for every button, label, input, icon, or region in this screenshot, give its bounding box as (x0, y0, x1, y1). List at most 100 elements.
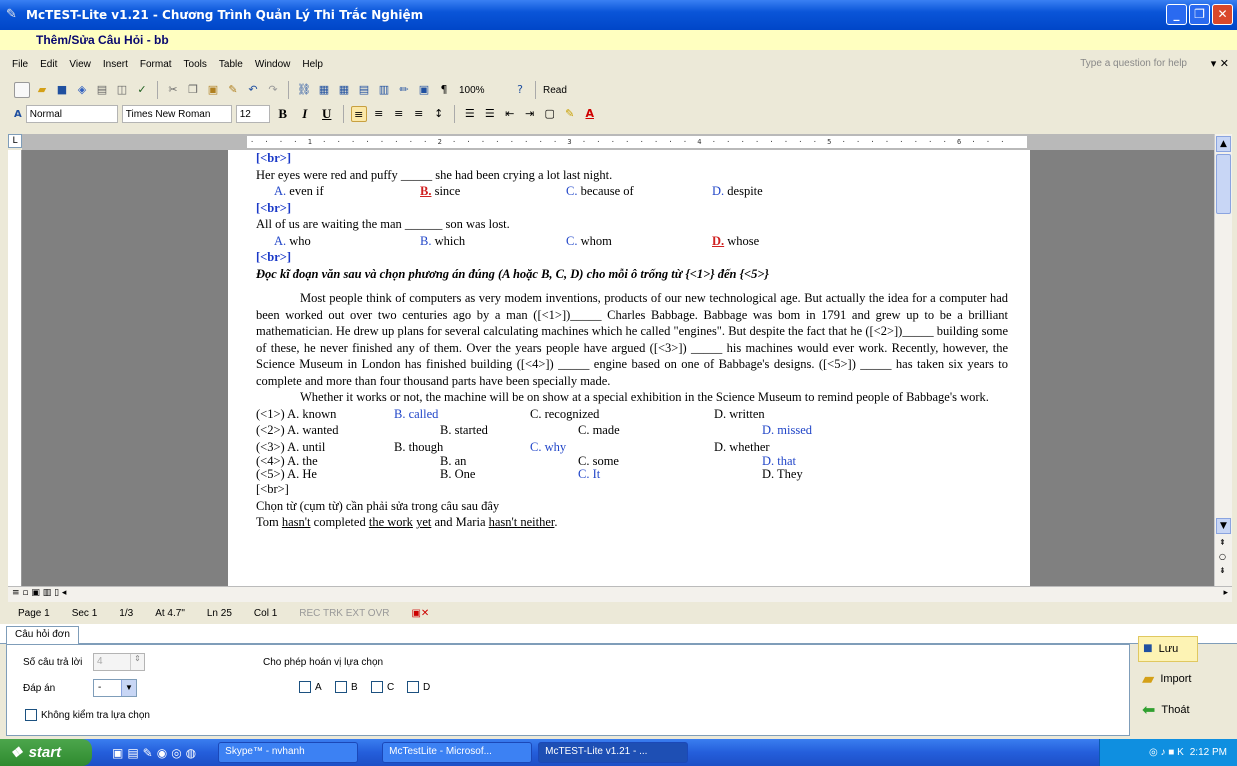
checkbox-box[interactable] (25, 709, 37, 721)
system-tray: ◎ ♪ ■ K 2:12 PM (1099, 739, 1237, 766)
menu-insert[interactable]: Insert (103, 59, 128, 70)
hyperlink-icon[interactable]: ⛓ (296, 82, 312, 98)
font-select[interactable]: Times New Roman (121, 105, 232, 123)
task-mctestlite-word[interactable]: McTestLite - Microsof... (382, 742, 533, 763)
menu-table[interactable]: Table (219, 59, 243, 70)
insert-excel-icon[interactable]: ▤ (356, 82, 372, 98)
horizontal-ruler[interactable]: · · · · 1 · · · · · · · · 2 · · · · · · … (22, 134, 1218, 150)
minimize-button[interactable]: _ (1166, 4, 1187, 25)
increase-indent-icon[interactable]: ⇥ (522, 106, 538, 122)
browse-object-icon[interactable]: ○ (1219, 552, 1226, 561)
align-center-icon[interactable]: ≡ (371, 106, 387, 122)
menu-view[interactable]: View (69, 59, 91, 70)
shuffle-c-checkbox[interactable]: C (371, 681, 394, 693)
import-button[interactable]: ▰ Import (1138, 666, 1198, 692)
document-page[interactable]: [<br>] Her eyes were red and puffy _____… (228, 150, 1030, 586)
no-check-checkbox[interactable]: Không kiểm tra lựa chọn (25, 709, 150, 721)
checkbox-box[interactable] (407, 681, 419, 693)
bold-icon[interactable]: B (274, 106, 292, 122)
help-icon[interactable]: ? (512, 82, 528, 98)
option-text: because of (580, 184, 634, 198)
scroll-up-icon[interactable]: ▲ (1216, 136, 1231, 152)
print-preview-icon[interactable]: ◫ (114, 82, 130, 98)
scroll-right-icon[interactable]: ▸ (1223, 588, 1228, 598)
document-map-icon[interactable]: ▣ (416, 82, 432, 98)
view-buttons-icon[interactable]: ≡ ▫ ▣ ▥ ▯ ◂ (12, 588, 66, 598)
cut-icon[interactable]: ✂ (165, 82, 181, 98)
justify-icon[interactable]: ≡ (411, 106, 427, 122)
checkbox-box[interactable] (335, 681, 347, 693)
insert-table-icon[interactable]: ▦ (336, 82, 352, 98)
save-button[interactable]: ■ Lưu (1138, 636, 1198, 662)
tray-icons[interactable]: ◎ ♪ ■ K (1149, 747, 1184, 758)
answer-select[interactable]: - ▼ (93, 679, 137, 697)
checkbox-box[interactable] (299, 681, 311, 693)
tab-single-question[interactable]: Câu hỏi đơn (6, 626, 79, 645)
task-skype[interactable]: Skype™ - nvhanh (218, 742, 359, 763)
numbering-icon[interactable]: ☰ (462, 106, 478, 122)
highlight-icon[interactable]: ✎ (562, 106, 578, 122)
style-select[interactable]: Normal (25, 105, 118, 123)
border-icon[interactable]: ▢ (542, 106, 558, 122)
read-button[interactable]: Read (543, 85, 567, 96)
scroll-down-icon[interactable]: ▼ (1216, 518, 1231, 534)
spelling-icon[interactable]: ✓ (134, 82, 150, 98)
maximize-button[interactable]: ❐ (1189, 4, 1210, 25)
menu-help[interactable]: Help (302, 59, 323, 70)
option-letter: C. (566, 233, 578, 248)
help-close-icon[interactable]: ▾ ✕ (1211, 57, 1229, 70)
answer-select-value: - (98, 682, 102, 693)
shuffle-d-checkbox[interactable]: D (407, 681, 430, 693)
paste-icon[interactable]: ▣ (205, 82, 221, 98)
checkbox-box[interactable] (371, 681, 383, 693)
open-folder-icon[interactable]: ▰ (34, 82, 50, 98)
drawing-icon[interactable]: ✏ (396, 82, 412, 98)
num-answers-stepper[interactable]: 4 ⇕ (93, 653, 145, 671)
permission-icon[interactable]: ◈ (74, 82, 90, 98)
spelling-status-icon: ▣✕ (411, 607, 430, 619)
menu-tools[interactable]: Tools (184, 59, 207, 70)
align-right-icon[interactable]: ≡ (391, 106, 407, 122)
font-size-select[interactable]: 12 (235, 105, 270, 123)
shuffle-a-checkbox[interactable]: A (299, 681, 322, 693)
copy-icon[interactable]: ❐ (185, 82, 201, 98)
exit-button[interactable]: ⬅ Thoát (1138, 697, 1198, 723)
quick-launch-icons[interactable]: ▣▤✎◉◎◍ (112, 746, 200, 760)
vertical-ruler[interactable] (8, 150, 22, 586)
tab-selector[interactable]: L (8, 134, 22, 148)
font-color-icon[interactable]: A (582, 106, 598, 122)
menu-format[interactable]: Format (140, 59, 172, 70)
underline-icon[interactable]: U (318, 106, 336, 122)
save-icon[interactable]: ■ (54, 82, 70, 98)
question-settings-panel: Số câu trả lời 4 ⇕ Đáp án - ▼ Không kiểm… (6, 644, 1130, 736)
help-search-input[interactable]: Type a question for help (1080, 58, 1187, 69)
print-icon[interactable]: ▤ (94, 82, 110, 98)
browse-next-icon[interactable]: ⇟ (1219, 566, 1226, 575)
new-document-icon[interactable] (14, 82, 30, 98)
tables-borders-icon[interactable]: ▦ (316, 82, 332, 98)
align-left-icon[interactable]: ≡ (350, 106, 367, 122)
vertical-scrollbar[interactable]: ▲ ▼ ⇞ ○ ⇟ (1214, 134, 1232, 586)
start-button[interactable]: ❖ start (0, 739, 92, 766)
redo-icon[interactable]: ↷ (265, 82, 281, 98)
horizontal-scrollbar[interactable]: ≡ ▫ ▣ ▥ ▯ ◂ ▸ (8, 586, 1232, 602)
italic-icon[interactable]: I (296, 106, 314, 122)
menu-edit[interactable]: Edit (40, 59, 57, 70)
show-hide-icon[interactable]: ¶ (436, 82, 452, 98)
line-spacing-icon[interactable]: ↕ (431, 106, 447, 122)
decrease-indent-icon[interactable]: ⇤ (502, 106, 518, 122)
menu-file[interactable]: File (12, 59, 28, 70)
bullets-icon[interactable]: ☰ (482, 106, 498, 122)
format-painter-icon[interactable]: ✎ (225, 82, 241, 98)
scroll-thumb[interactable] (1216, 154, 1231, 214)
reading-paragraph-2: Whether it works or not, the machine wil… (300, 390, 989, 404)
num-answers-value: 4 (97, 656, 103, 667)
menu-window[interactable]: Window (255, 59, 291, 70)
close-button[interactable]: ✕ (1212, 4, 1233, 25)
shuffle-b-checkbox[interactable]: B (335, 681, 358, 693)
undo-icon[interactable]: ↶ (245, 82, 261, 98)
browse-prev-icon[interactable]: ⇞ (1219, 538, 1226, 547)
zoom-select[interactable]: 100% (456, 81, 508, 99)
columns-icon[interactable]: ▥ (376, 82, 392, 98)
task-mctest-lite[interactable]: McTEST-Lite v1.21 - ... (538, 742, 689, 763)
